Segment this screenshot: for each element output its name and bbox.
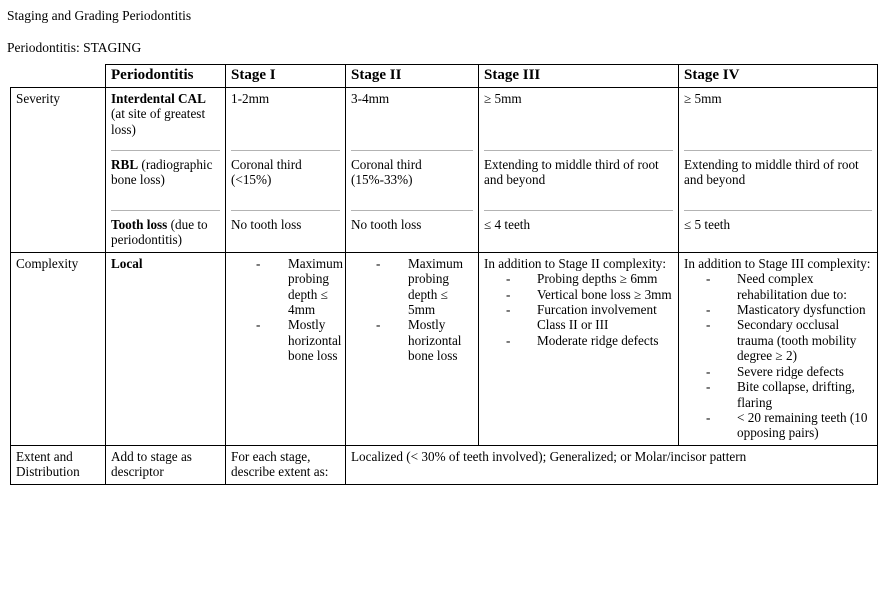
list-item: Masticatory dysfunction [684, 302, 872, 318]
severity-s4-rbl: Extending to middle third of root and be… [684, 149, 872, 203]
extent-stage-2-4-merged-cell: Localized (< 30% of teeth involved); Gen… [345, 444, 878, 485]
page-subtitle: Periodontitis: STAGING [7, 40, 142, 55]
severity-stage-1-cell: 1-2mm Coronal third (<15%) No tooth loss [225, 86, 346, 253]
list-item: Furcation involvement Class II or III [484, 302, 673, 333]
extent-criteria-cell: Add to stage as descriptor [105, 444, 226, 485]
severity-s1-cal: 1-2mm [231, 90, 270, 106]
list-item: Secondary occlusal trauma (tooth mobilit… [684, 317, 872, 363]
severity-s1-rbl: Coronal third (<15%) [231, 149, 340, 203]
severity-s1-tooth: No tooth loss [231, 209, 340, 232]
page-title: Staging and Grading Periodontitis [7, 8, 192, 23]
criteria-rbl-bold: RBL [111, 156, 139, 172]
table-row-complexity: Complexity Local Maximum probing depth ≤… [10, 251, 878, 446]
complexity-s2-list: Maximum probing depth ≤ 5mm Mostly horiz… [351, 256, 473, 364]
complexity-stage-4-cell: In addition to Stage III complexity: Nee… [678, 251, 878, 446]
severity-s4-cal: ≥ 5mm [684, 90, 722, 106]
criteria-cal-rest: (at site of greatest loss) [111, 106, 206, 137]
complexity-s4-list: Need complex rehabilitation due to: Mast… [684, 271, 872, 441]
header-stage-3: Stage III [478, 64, 679, 88]
list-item: Moderate ridge defects [484, 333, 673, 349]
row-label-complexity: Complexity [10, 251, 106, 446]
criteria-tooth-bold: Tooth loss [111, 216, 168, 232]
document-page: Staging and Grading Periodontitis Period… [0, 0, 886, 604]
criteria-rbl: RBL (radiographic bone loss) [111, 149, 220, 203]
severity-criteria-cell: Interdental CAL (at site of greatest los… [105, 86, 226, 253]
header-stage-2: Stage II [345, 64, 479, 88]
criteria-tooth-loss: Tooth loss (due to periodontitis) [111, 209, 220, 248]
list-item: Mostly horizontal bone loss [351, 317, 473, 363]
complexity-stage-1-cell: Maximum probing depth ≤ 4mm Mostly horiz… [225, 251, 346, 446]
header-periodontitis: Periodontitis [105, 64, 226, 88]
list-item: Maximum probing depth ≤ 5mm [351, 256, 473, 318]
criteria-interdental-cal: Interdental CAL (at site of greatest los… [111, 91, 220, 143]
list-item: Mostly horizontal bone loss [231, 317, 341, 363]
severity-s3-tooth: ≤ 4 teeth [484, 209, 673, 232]
header-stage-4: Stage IV [678, 64, 878, 88]
list-item: Bite collapse, drifting, flaring [684, 379, 872, 410]
severity-stage-2-cell: 3-4mm Coronal third (15%-33%) No tooth l… [345, 86, 479, 253]
complexity-s3-list: Probing depths ≥ 6mm Vertical bone loss … [484, 271, 673, 349]
severity-s3-cal: ≥ 5mm [484, 90, 522, 106]
complexity-s1-list: Maximum probing depth ≤ 4mm Mostly horiz… [231, 256, 343, 364]
severity-stage-4-cell: ≥ 5mm Extending to middle third of root … [678, 86, 878, 253]
severity-s2-tooth: No tooth loss [351, 209, 473, 232]
list-item: Vertical bone loss ≥ 3mm [484, 287, 673, 303]
table-header-row: Periodontitis Stage I Stage II Stage III… [11, 64, 878, 88]
extent-stage-1-cell: For each stage, describe extent as: [225, 444, 346, 485]
severity-s2-cal: 3-4mm [351, 90, 390, 106]
table-row-extent: Extent and Distribution Add to stage as … [10, 444, 878, 485]
header-stage-1: Stage I [225, 64, 346, 88]
severity-s3-rbl: Extending to middle third of root and be… [484, 149, 673, 203]
list-item: Severe ridge defects [684, 364, 872, 380]
row-label-extent: Extent and Distribution [10, 444, 106, 485]
severity-s2-rbl: Coronal third (15%-33%) [351, 149, 473, 203]
severity-stage-3-cell: ≥ 5mm Extending to middle third of root … [478, 86, 679, 253]
complexity-criteria-local: Local [111, 255, 143, 271]
complexity-stage-2-cell: Maximum probing depth ≤ 5mm Mostly horiz… [345, 251, 479, 446]
list-item: < 20 remaining teeth (10 opposing pairs) [684, 410, 872, 441]
table-row-severity: Severity Interdental CAL (at site of gre… [10, 86, 878, 253]
criteria-cal-bold: Interdental CAL [111, 90, 206, 106]
row-label-severity: Severity [10, 86, 106, 253]
severity-s4-tooth: ≤ 5 teeth [684, 209, 872, 232]
complexity-s3-intro: In addition to Stage II complexity: [484, 255, 667, 271]
list-item: Need complex rehabilitation due to: [684, 271, 872, 302]
list-item: Probing depths ≥ 6mm [484, 271, 673, 287]
complexity-stage-3-cell: In addition to Stage II complexity: Prob… [478, 251, 679, 446]
list-item: Maximum probing depth ≤ 4mm [231, 256, 343, 318]
complexity-criteria-cell: Local [105, 251, 226, 446]
periodontitis-staging-table: Periodontitis Stage I Stage II Stage III… [10, 64, 878, 485]
header-corner-blank [11, 65, 106, 88]
complexity-s4-intro: In addition to Stage III complexity: [684, 255, 871, 271]
